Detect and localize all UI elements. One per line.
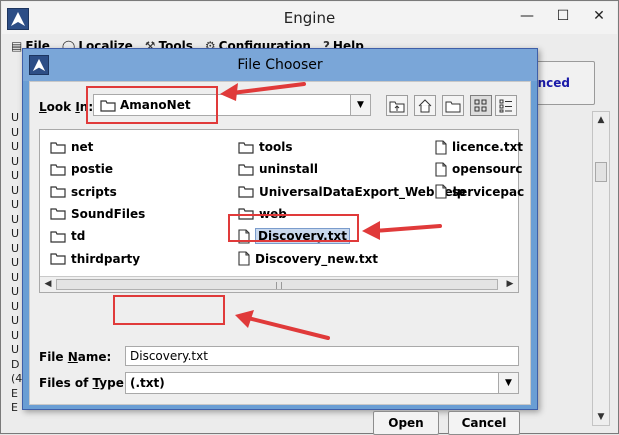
file-item-label: opensourc <box>452 162 523 177</box>
annotation-box-file-name <box>113 295 225 325</box>
folder-icon <box>238 185 254 198</box>
list-view-button[interactable] <box>470 95 492 116</box>
file-item-label: licence.txt <box>452 140 524 154</box>
home-button[interactable] <box>414 95 436 116</box>
file-item-universaldataexport-webhelp[interactable]: UniversalDataExport_WebHelp <box>238 183 465 201</box>
file-item-td[interactable]: td <box>50 227 85 245</box>
file-item-discovery-new-txt[interactable]: Discovery_new.txt <box>238 250 378 268</box>
scroll-grip-icon <box>276 282 282 289</box>
file-list-horizontal-scrollbar[interactable]: ◀ ▶ <box>40 276 518 292</box>
file-item-label: SoundFiles <box>71 206 146 221</box>
file-list[interactable]: ◀ ▶ net postie scripts SoundFiles td thirdpar… <box>39 129 524 293</box>
scroll-left-icon[interactable]: ◀ <box>40 277 56 292</box>
close-icon[interactable]: ✕ <box>588 6 610 26</box>
look-in-dropdown-icon[interactable]: ▼ <box>350 95 370 115</box>
file-item-label: td <box>71 229 86 244</box>
annotation-arrow-look-in <box>220 82 306 101</box>
file-item-label: scripts <box>71 184 117 199</box>
scroll-down-icon[interactable]: ▼ <box>593 409 609 425</box>
folder-icon <box>50 230 66 243</box>
cancel-button[interactable]: Cancel <box>448 411 520 435</box>
folder-icon <box>238 141 254 154</box>
file-name-label: File Name: <box>39 350 112 364</box>
up-folder-button[interactable] <box>386 95 408 116</box>
details-view-button[interactable] <box>495 95 517 116</box>
document-icon <box>435 184 447 199</box>
file-name-input[interactable]: Discovery.txt <box>125 346 519 366</box>
file-item-opensourc[interactable]: opensourc <box>435 160 522 178</box>
open-button[interactable]: Open <box>373 411 439 435</box>
file-item-label: servicepac <box>452 184 525 199</box>
files-of-type-combo[interactable]: (.txt) ▼ <box>125 372 519 394</box>
file-item-label: thirdparty <box>71 251 141 266</box>
scroll-up-icon[interactable]: ▲ <box>593 112 609 128</box>
file-item-postie[interactable]: postie <box>50 160 113 178</box>
annotation-box-discovery <box>228 214 359 242</box>
file-list-scroll-thumb[interactable] <box>56 279 498 290</box>
home-icon <box>418 98 432 112</box>
file-chooser-title-bar[interactable]: File Chooser <box>23 49 537 81</box>
file-item-thirdparty[interactable]: thirdparty <box>50 250 140 268</box>
list-view-icon <box>474 99 487 111</box>
files-of-type-value: (.txt) <box>130 376 165 390</box>
annotation-arrow-file-name <box>235 310 330 340</box>
log-vertical-scrollbar[interactable]: ▲ ▼ <box>592 111 610 426</box>
file-menu-icon: ▤ <box>11 39 23 53</box>
folder-icon <box>50 141 66 154</box>
folder-icon <box>50 252 66 265</box>
details-view-icon <box>499 99 512 112</box>
file-item-soundfiles[interactable]: SoundFiles <box>50 205 145 223</box>
file-item-scripts[interactable]: scripts <box>50 183 117 201</box>
folder-icon <box>50 185 66 198</box>
files-of-type-label: Files of Type: <box>39 376 129 390</box>
file-item-licence-txt[interactable]: licence.txt <box>435 138 523 156</box>
file-item-label: Discovery_new.txt <box>255 251 379 266</box>
look-in-label: Look In: <box>39 100 94 114</box>
engine-title-bar[interactable]: Engine — ☐ ✕ <box>2 2 617 34</box>
file-item-uninstall[interactable]: uninstall <box>238 160 318 178</box>
scroll-right-icon[interactable]: ▶ <box>502 277 518 292</box>
file-item-net[interactable]: net <box>50 138 93 156</box>
files-of-type-dropdown-icon[interactable]: ▼ <box>498 373 518 393</box>
file-chooser-body: Look In: AmanoNet ▼ ◀ ▶ net postie scrip… <box>29 81 531 435</box>
file-item-label: postie <box>71 162 113 177</box>
file-chooser-title: File Chooser <box>237 57 323 73</box>
folder-icon <box>50 163 66 176</box>
file-item-label: uninstall <box>259 162 318 177</box>
minimize-icon[interactable]: — <box>516 6 538 26</box>
file-item-servicepac[interactable]: servicepac <box>435 183 524 201</box>
maximize-icon[interactable]: ☐ <box>552 6 574 26</box>
annotation-arrow-discovery <box>362 221 442 240</box>
file-item-label: tools <box>259 140 293 154</box>
file-item-label: net <box>71 140 94 154</box>
annotation-box-look-in <box>86 86 218 124</box>
document-icon <box>238 251 250 266</box>
scroll-thumb[interactable] <box>595 162 607 182</box>
document-icon <box>435 162 447 177</box>
folder-icon <box>50 207 66 220</box>
folder-icon <box>238 163 254 176</box>
new-folder-button[interactable] <box>442 95 464 116</box>
file-item-tools[interactable]: tools <box>238 138 292 156</box>
document-icon <box>435 139 447 155</box>
new-folder-icon <box>445 101 461 112</box>
up-folder-icon <box>389 101 405 112</box>
